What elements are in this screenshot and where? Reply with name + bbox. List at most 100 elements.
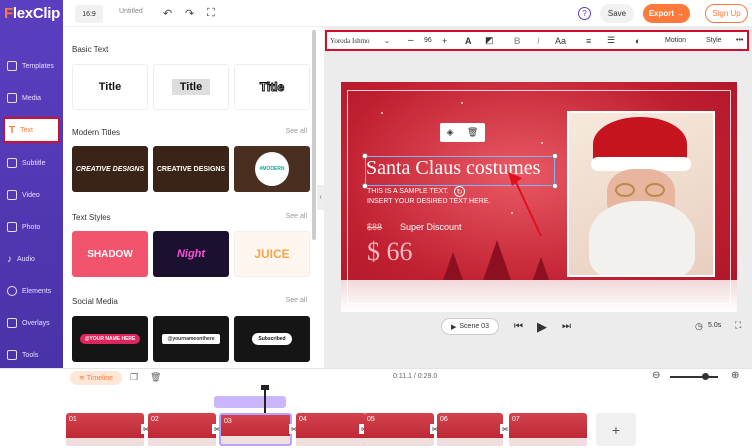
signup-button[interactable]: Sign Up [705,4,748,23]
sample-text-line[interactable]: INSERT YOUR DESIRED TEXT HERE. [367,198,490,205]
see-all-link[interactable]: See all [286,297,307,304]
modern-title-tile[interactable]: CREATIVE DESIGNS [153,146,229,192]
sidebar-item-video[interactable]: Video [3,182,60,208]
chevron-down-icon[interactable]: ⌄ [384,37,390,45]
flexclip-logo[interactable]: FlexClip [4,5,60,22]
sidebar-item-media[interactable]: Media [3,85,60,111]
text-style-tile[interactable]: JUICE [234,231,310,277]
undo-icon[interactable]: ↶ [163,7,172,20]
scene-clip[interactable]: 05 [364,413,434,446]
fullscreen-preview-icon[interactable]: ⛶ [735,320,741,331]
modern-title-tile[interactable]: CREATIVE DESIGNS [72,146,148,192]
sidebar-item-text[interactable]: T Text [3,117,60,143]
basic-text-tile[interactable]: Title [72,64,148,110]
more-options-icon[interactable]: ••• [736,37,743,44]
spacing-icon[interactable]: ☰ [607,35,615,46]
font-select[interactable]: Yoroda Ishmo [330,37,370,45]
trash-icon[interactable]: 🗑 [150,372,161,383]
decrease-size-button[interactable]: – [408,35,414,46]
previous-icon[interactable]: ⏮ [514,321,523,332]
resize-handle[interactable] [552,153,558,159]
clock-icon: ◷ [695,321,703,331]
sidebar-item-overlays[interactable]: Overlays [3,310,60,336]
copy-icon[interactable]: ❐ [130,372,138,383]
motion-button[interactable]: Motion [665,37,686,44]
opacity-icon[interactable]: ◐ [635,36,640,46]
text-color-icon[interactable]: A [465,36,472,46]
scene-clip[interactable]: 06 [437,413,503,446]
overlays-icon [7,318,17,328]
slide-preview[interactable]: ◈ 🗑 Santa Claus costumes THIS IS A SAMPL… [341,82,737,312]
basic-text-tile[interactable]: Title [153,64,229,110]
photo-icon [7,222,17,232]
fullscreen-icon[interactable]: ⛶ [207,7,215,20]
sidebar-item-templates[interactable]: Templates [3,53,60,79]
social-media-tile[interactable]: @yournameonthere [153,316,229,362]
bold-icon[interactable]: B [514,36,521,46]
increase-size-button[interactable]: + [442,36,447,46]
discount-label[interactable]: Super Discount [400,222,462,232]
basic-text-tile[interactable]: Title [234,64,310,110]
sidebar-item-audio[interactable]: ♪ Audio [3,246,60,272]
text-icon: T [9,124,16,136]
add-scene-button[interactable]: + [596,413,636,446]
social-media-tile[interactable]: @YOUR NAME HERE [72,316,148,362]
align-icon[interactable]: ≡ [586,36,591,46]
scene-selector[interactable]: ▶ Scene 03 [441,318,499,335]
old-price[interactable]: $88 [367,222,382,232]
play-button[interactable]: ▶ [537,319,547,335]
timeline-toggle[interactable]: ≋ Timeline [70,371,122,385]
export-button[interactable]: Export → [643,4,690,23]
layers-icon[interactable]: ◈ [447,127,454,138]
save-button[interactable]: Save [600,4,634,23]
resize-handle[interactable] [552,183,558,189]
rotate-icon[interactable]: ↻ [454,186,465,197]
project-title[interactable]: Untitled [119,8,143,15]
sample-text-line[interactable]: THIS IS A SAMPLE TEXT. [367,188,449,195]
new-price[interactable]: $ 66 [367,237,413,267]
format-toolbar: Yoroda Ishmo ⌄ – 96 + A ◩ B I Aa ≡ ☰ ◐ M… [325,30,749,51]
scene-clip[interactable]: 01 [66,413,144,446]
trash-icon[interactable]: 🗑 [467,127,478,138]
santa-photo[interactable] [567,111,715,277]
video-icon [7,190,17,200]
scene-duration[interactable]: 5.0s [708,322,721,329]
subtitle-icon [7,158,17,168]
modern-title-tile[interactable]: #MODERN [234,146,310,192]
audio-icon: ♪ [7,253,12,265]
elements-icon [7,286,17,296]
player-controls: ▶ Scene 03 ⏮ ▶ ⏭ ◷ 5.0s ⛶ [324,315,752,341]
aspect-ratio-button[interactable]: 16:9 [75,5,103,23]
scene-clip[interactable]: 04 [296,413,366,446]
text-style-tile[interactable]: SHADOW [72,231,148,277]
social-media-tile[interactable]: Subscribed [234,316,310,362]
see-all-link[interactable]: See all [286,128,307,135]
zoom-slider[interactable] [670,376,718,378]
help-icon[interactable]: ? [578,7,591,20]
sidebar-item-subtitle[interactable]: Subtitle [3,150,60,176]
play-icon: ▶ [451,323,457,331]
style-button[interactable]: Style [706,37,722,44]
panel-scrollbar[interactable] [312,30,316,240]
next-icon[interactable]: ⏭ [562,321,571,332]
text-style-tile[interactable]: Night [153,231,229,277]
redo-icon[interactable]: ↷ [185,7,194,20]
see-all-link[interactable]: See all [286,213,307,220]
sidebar-item-photo[interactable]: Photo [3,214,60,240]
collapse-panel-chevron-icon[interactable]: ‹ [317,185,324,210]
sidebar-item-elements[interactable]: Elements [3,278,60,304]
sidebar-item-tools[interactable]: Tools [3,342,60,368]
top-bar: 16:9 Untitled ↶ ↷ ⛶ ? Save Export → Sign… [63,0,752,27]
zoom-out-icon[interactable]: ⊖ [652,370,660,381]
zoom-slider-handle[interactable] [702,373,709,380]
font-size-input[interactable]: 96 [424,37,432,44]
text-case-icon[interactable]: Aa [555,36,566,46]
scene-clip[interactable]: 07 [509,413,587,446]
highlight-icon[interactable]: ◩ [485,35,494,46]
zoom-in-icon[interactable]: ⊕ [731,370,739,381]
text-layer-track[interactable] [214,396,286,408]
playhead-handle[interactable] [261,385,269,390]
scene-clip[interactable]: 02 [148,413,216,446]
scene-clip-selected[interactable]: 03 [219,413,292,446]
italic-icon[interactable]: I [537,36,540,46]
